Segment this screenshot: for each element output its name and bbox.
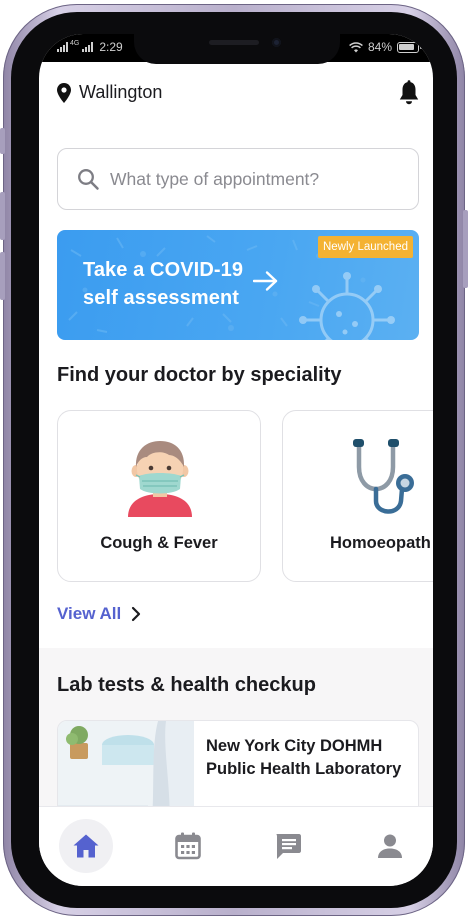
chevron-right-icon bbox=[132, 606, 141, 622]
lab-name: New York City DOHMH Public Health Labora… bbox=[206, 737, 402, 778]
wifi-icon bbox=[349, 41, 363, 52]
tab-messages[interactable] bbox=[261, 819, 315, 873]
front-camera bbox=[272, 38, 281, 47]
speciality-card-homoeopath[interactable]: Homoeopath bbox=[282, 410, 433, 582]
tab-profile[interactable] bbox=[363, 819, 417, 873]
network-type: 4G bbox=[70, 40, 80, 47]
tab-appointments[interactable] bbox=[161, 819, 215, 873]
signal-icon bbox=[82, 42, 94, 52]
newly-launched-badge: Newly Launched bbox=[317, 236, 413, 258]
notification-bell-icon[interactable] bbox=[397, 80, 421, 106]
phone-notch bbox=[134, 34, 340, 64]
tab-home[interactable] bbox=[59, 819, 113, 873]
app-screen: 4G 2:29 84% Wallington What type of appo… bbox=[39, 34, 433, 886]
battery-icon bbox=[397, 41, 422, 53]
banner-title-line2: self assessment bbox=[83, 287, 240, 309]
search-icon bbox=[78, 169, 99, 190]
masked-person-icon bbox=[128, 441, 192, 517]
side-button bbox=[0, 192, 5, 240]
speciality-card-cough-fever[interactable]: Cough & Fever bbox=[57, 410, 261, 582]
status-time: 2:29 bbox=[99, 40, 123, 54]
calendar-icon bbox=[175, 832, 201, 860]
home-icon bbox=[73, 834, 99, 858]
location-name: Wallington bbox=[79, 82, 163, 102]
speciality-section-title: Find your doctor by speciality bbox=[57, 364, 342, 386]
view-all-label: View All bbox=[57, 604, 122, 623]
virus-icon bbox=[299, 272, 395, 340]
battery-percent: 84% bbox=[367, 40, 392, 54]
banner-title: Take a COVID-19 self assessment bbox=[83, 256, 243, 312]
lab-section-title: Lab tests & health checkup bbox=[57, 674, 316, 696]
speciality-card-label: Homoeopath bbox=[330, 534, 431, 552]
status-right: 84% bbox=[349, 40, 422, 54]
location-selector[interactable]: Wallington bbox=[57, 82, 162, 103]
status-left: 4G 2:29 bbox=[57, 40, 123, 54]
banner-title-line1: Take a COVID-19 bbox=[83, 259, 244, 281]
speaker-grille bbox=[209, 40, 259, 45]
view-all-link[interactable]: View All bbox=[57, 604, 141, 624]
arrow-right-icon bbox=[253, 271, 278, 291]
covid-assessment-banner[interactable]: Take a COVID-19 self assessment Newly La… bbox=[57, 230, 419, 340]
side-button bbox=[463, 210, 468, 288]
location-pin-icon bbox=[57, 82, 71, 103]
chat-icon bbox=[276, 834, 301, 859]
stethoscope-icon bbox=[353, 439, 414, 514]
bottom-tab-bar bbox=[39, 806, 433, 886]
speciality-card-label: Cough & Fever bbox=[100, 534, 218, 552]
appointment-search-input[interactable] bbox=[110, 168, 400, 190]
profile-icon bbox=[378, 834, 402, 858]
appointment-search-box[interactable] bbox=[57, 148, 419, 210]
signal-icon bbox=[57, 42, 68, 52]
side-button bbox=[0, 128, 5, 154]
side-button bbox=[0, 252, 5, 300]
